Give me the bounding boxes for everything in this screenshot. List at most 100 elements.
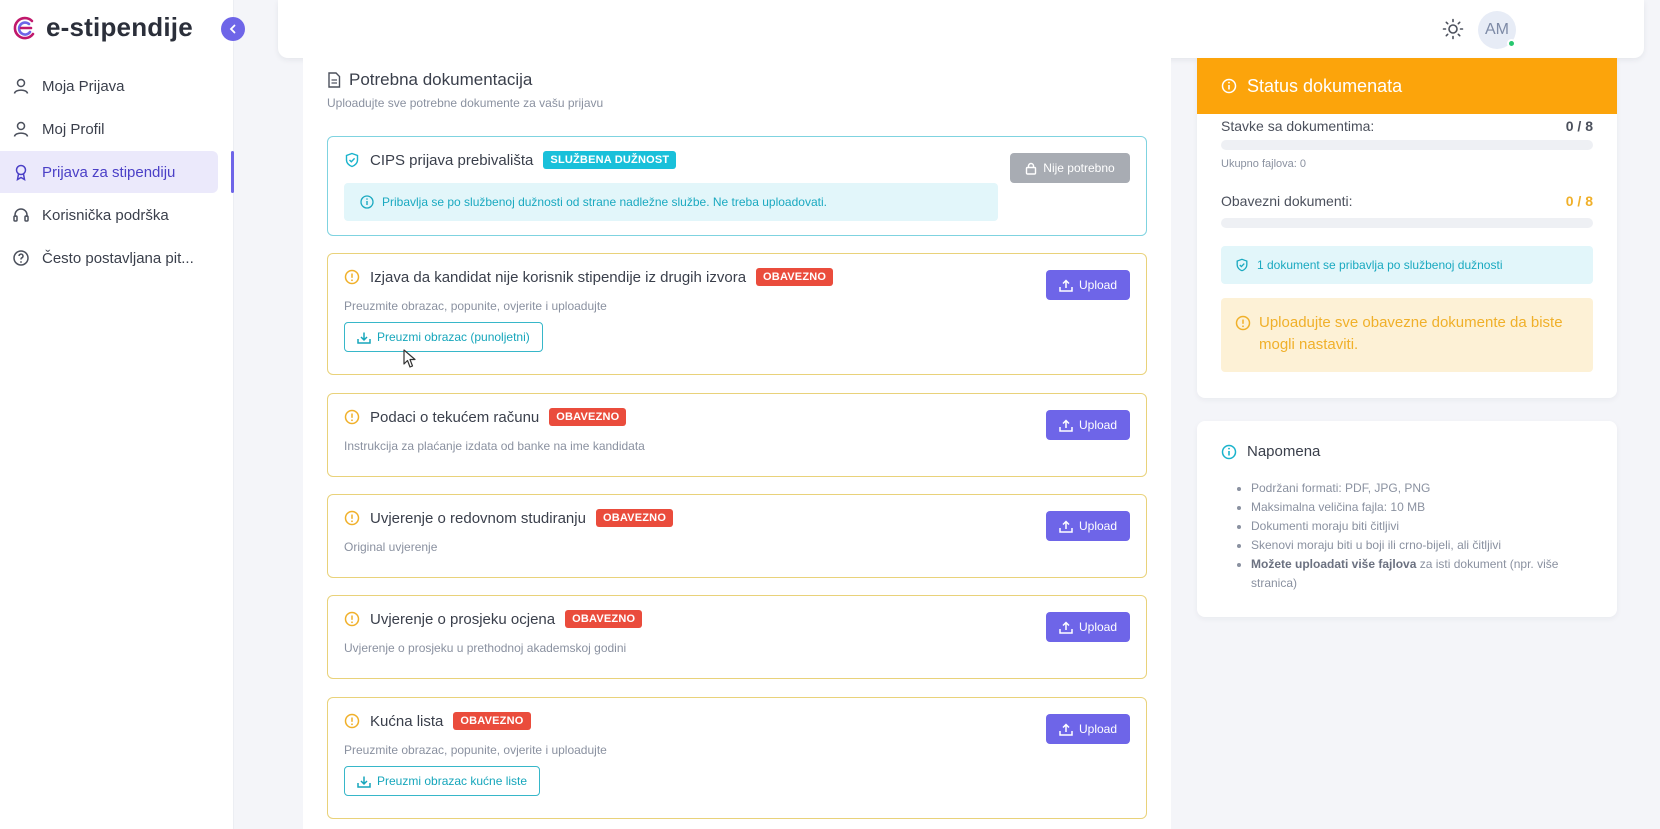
upload-button[interactable]: Upload <box>1046 410 1130 440</box>
note-item: Dokumenti moraju biti čitljivi <box>1251 517 1601 536</box>
upload-button[interactable]: Upload <box>1046 511 1130 541</box>
sidebar-item-cesto-postavljana-pitanja[interactable]: Često postavljana pit... <box>0 237 218 279</box>
download-icon <box>357 332 371 344</box>
official-duty-note: 1 dokument se pribavlja po službenoj duž… <box>1221 246 1593 284</box>
total-files: Ukupno fajlova: 0 <box>1221 158 1306 170</box>
document-icon <box>328 72 341 88</box>
upload-icon <box>1059 722 1073 736</box>
upload-button[interactable]: Upload <box>1046 714 1130 744</box>
panel-title-text: Potrebna dokumentacija <box>349 70 533 89</box>
sidebar-collapse-button[interactable] <box>221 17 245 41</box>
headset-icon <box>12 206 30 224</box>
items-label: Stavke sa dokumentima: <box>1221 118 1375 134</box>
note-item-bold: Možete uploadati više fajlova <box>1251 557 1417 571</box>
sidebar-item-label: Prijava za stipendiju <box>42 163 176 181</box>
document-title: Podaci o tekućem računu <box>370 408 540 426</box>
upload-icon <box>1059 519 1073 533</box>
items-with-documents-row: Stavke sa dokumentima: 0 / 8 <box>1221 118 1593 134</box>
download-icon <box>357 776 371 788</box>
brand-logo-icon <box>13 16 35 39</box>
upload-button[interactable]: Upload <box>1046 270 1130 300</box>
document-card-cips: CIPS prijava prebivališta SLUŽBENA DUŽNO… <box>327 136 1147 236</box>
status-title: Status dokumenata <box>1247 75 1403 96</box>
document-status-card: Status dokumenata Stavke sa dokumentima:… <box>1197 58 1617 398</box>
sidebar-item-label: Često postavljana pit... <box>42 249 194 267</box>
upload-label: Upload <box>1078 278 1118 292</box>
lock-icon <box>1026 162 1037 175</box>
sidebar-item-moj-profil[interactable]: Moj Profil <box>0 108 218 150</box>
upload-icon <box>1059 278 1073 292</box>
required-badge: OBAVEZNO <box>549 408 627 426</box>
note-item: Maksimalna veličina fajla: 10 MB <box>1251 498 1601 517</box>
upload-button[interactable]: Upload <box>1046 612 1130 642</box>
document-description: Preuzmite obrazac, popunite, ovjerite i … <box>344 743 607 757</box>
official-duty-info: Pribavlja se po službenoj dužnosti od st… <box>344 183 998 221</box>
brand[interactable]: e-stipendije <box>12 12 193 43</box>
document-card-tekuci-racun: Podaci o tekućem računu OBAVEZNO Instruk… <box>327 393 1147 477</box>
note-item: Podržani formati: PDF, JPG, PNG <box>1251 479 1601 498</box>
alert-circle-icon <box>344 611 360 627</box>
document-description: Preuzmite obrazac, popunite, ovjerite i … <box>344 299 607 313</box>
sidebar-item-prijava-za-stipendiju[interactable]: Prijava za stipendiju <box>0 151 234 193</box>
status-header: Status dokumenata <box>1197 58 1617 114</box>
upload-warning-text: Uploadujte sve obavezne dokumente da bis… <box>1259 314 1563 353</box>
document-title: Uvjerenje o redovnom studiranju <box>370 509 586 527</box>
alert-circle-icon <box>1235 315 1251 331</box>
sun-icon <box>1442 18 1464 40</box>
required-documents-row: Obavezni dokumenti: 0 / 8 <box>1221 193 1593 209</box>
theme-toggle-button[interactable] <box>1440 16 1466 42</box>
user-icon <box>12 77 30 95</box>
top-header: AM <box>278 0 1644 58</box>
document-card-header: Kućna lista OBAVEZNO <box>344 712 531 730</box>
required-badge: OBAVEZNO <box>756 268 834 286</box>
document-card-prosjek-ocjena: Uvjerenje o prosjeku ocjena OBAVEZNO Uvj… <box>327 595 1147 679</box>
download-form-label: Preuzmi obrazac kućne liste <box>377 774 528 788</box>
sidebar-item-label: Moja Prijava <box>42 77 125 95</box>
document-description: Original uvjerenje <box>344 540 438 554</box>
document-description: Instrukcija za plaćanje izdata od banke … <box>344 439 645 453</box>
note-item: Možete uploadati više fajlova za isti do… <box>1251 555 1601 593</box>
panel-title: Potrebna dokumentacija <box>327 70 532 90</box>
award-icon <box>12 163 30 181</box>
note-list: Podržani formati: PDF, JPG, PNG Maksimal… <box>1251 479 1601 593</box>
avatar-initials: AM <box>1485 21 1509 38</box>
download-form-button[interactable]: Preuzmi obrazac kućne liste <box>344 766 541 796</box>
alert-circle-icon <box>344 713 360 729</box>
document-title: CIPS prijava prebivališta <box>370 151 534 169</box>
note-title: Napomena <box>1221 443 1320 460</box>
alert-circle-icon <box>344 269 360 285</box>
upload-icon <box>1059 620 1073 634</box>
required-label: Obavezni dokumenti: <box>1221 193 1353 209</box>
download-form-button[interactable]: Preuzmi obrazac (punoljetni) <box>344 322 543 352</box>
online-status-dot <box>1507 39 1516 48</box>
document-card-header: Uvjerenje o redovnom studiranju OBAVEZNO <box>344 509 674 527</box>
sidebar-item-moja-prijava[interactable]: Moja Prijava <box>0 65 218 107</box>
shield-check-icon <box>345 152 359 168</box>
required-value: 0 / 8 <box>1565 193 1593 209</box>
note-card: Napomena Podržani formati: PDF, JPG, PNG… <box>1197 421 1617 617</box>
sidebar: e-stipendije Moja Prijava Moj Profil Pri… <box>0 0 234 829</box>
alert-circle-icon <box>344 510 360 526</box>
upload-icon <box>1059 418 1073 432</box>
info-icon <box>360 195 374 209</box>
document-card-redovno-studiranje: Uvjerenje o redovnom studiranju OBAVEZNO… <box>327 494 1147 578</box>
required-badge: OBAVEZNO <box>565 610 643 628</box>
alert-circle-icon <box>344 409 360 425</box>
official-duty-note-text: 1 dokument se pribavlja po službenoj duž… <box>1257 258 1503 272</box>
sidebar-nav: Moja Prijava Moj Profil Prijava za stipe… <box>0 64 234 280</box>
panel-subtitle: Uploadujte sve potrebne dokumente za vaš… <box>327 96 604 110</box>
note-item: Skenovi moraju biti u boji ili crno-bije… <box>1251 536 1601 555</box>
document-card-izjava: Izjava da kandidat nije korisnik stipend… <box>327 253 1147 375</box>
document-description: Uvjerenje o prosjeku u prethodnoj akadem… <box>344 641 627 655</box>
sidebar-item-korisnicka-podrska[interactable]: Korisnička podrška <box>0 194 218 236</box>
not-required-button[interactable]: Nije potrebno <box>1010 153 1130 183</box>
items-value: 0 / 8 <box>1565 118 1593 134</box>
sidebar-item-label: Korisnička podrška <box>42 206 169 224</box>
document-card-kucna-lista: Kućna lista OBAVEZNO Preuzmite obrazac, … <box>327 697 1147 819</box>
document-card-header: CIPS prijava prebivališta SLUŽBENA DUŽNO… <box>344 151 677 169</box>
user-icon <box>12 120 30 138</box>
document-card-header: Podaci o tekućem računu OBAVEZNO <box>344 408 627 426</box>
items-progress-bar <box>1221 140 1593 150</box>
info-icon <box>1221 444 1237 459</box>
document-title: Izjava da kandidat nije korisnik stipend… <box>370 268 747 286</box>
